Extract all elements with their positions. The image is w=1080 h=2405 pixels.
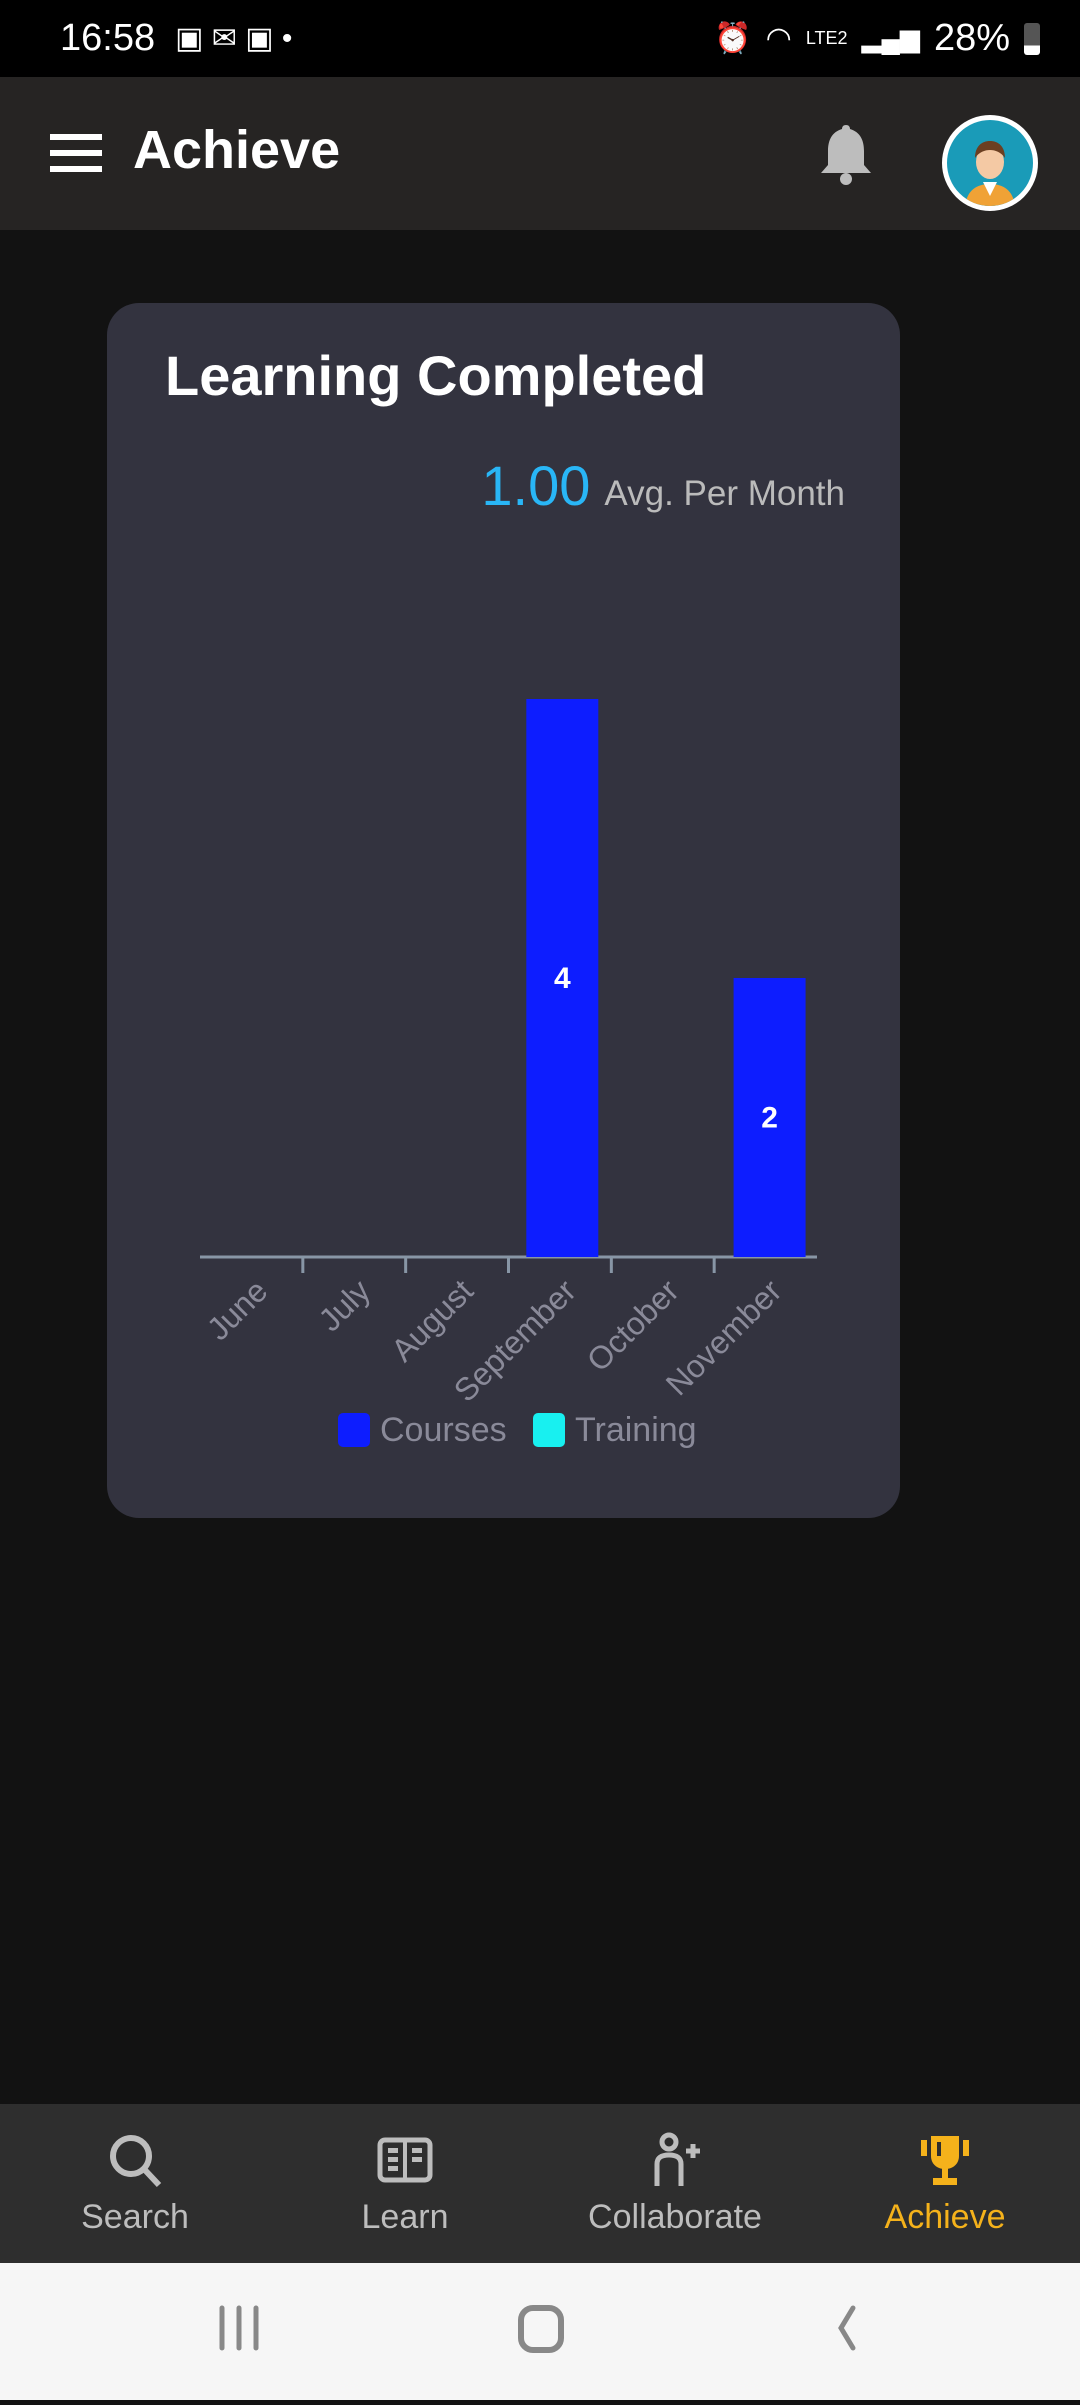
bell-icon[interactable] [815,121,877,187]
signal-icon: ▂▄▆ [861,23,920,53]
home-button[interactable] [518,2305,564,2353]
page-title: Achieve [133,120,341,180]
system-nav-bar [0,2263,1080,2400]
nav-search[interactable]: Search [0,2104,270,2263]
nav-label: Achieve [884,2198,1006,2236]
alarm-icon: ⏰ [714,22,752,55]
battery-percent: 28% [933,17,1010,59]
trophy-icon [921,2136,969,2185]
search-icon [110,2135,162,2188]
battery-icon [1024,22,1040,55]
status-time: 16:58 [60,17,156,59]
data-label: 2 [761,1102,778,1135]
nav-learn[interactable]: Learn [270,2104,540,2263]
legend-label: Training [575,1411,697,1449]
learning-completed-card: Learning Completed 1.00 Avg. Per Month 4… [107,303,900,1518]
legend-swatch [338,1413,370,1447]
system-nav-icons [219,2305,856,2353]
notification-icons: ▣ ✉ ▣ • [175,22,293,55]
data-label: 4 [554,962,571,995]
recent-apps-button[interactable] [219,2305,259,2351]
legend-label: Courses [380,1411,507,1449]
hamburger-icon[interactable] [50,134,102,172]
nav-label: Search [81,2198,189,2236]
x-tick-label: October [580,1272,686,1378]
nav-label: Learn [361,2198,449,2236]
add-person-icon [654,2132,700,2186]
nav-collaborate[interactable]: Collaborate [540,2104,810,2263]
avatar[interactable] [942,115,1038,211]
back-button[interactable] [838,2305,856,2351]
x-tick-label: August [384,1272,480,1368]
x-tick-label: July [312,1272,378,1338]
status-bar: 16:58 ▣ ✉ ▣ • ⏰ ◠ LTE2 ▂▄▆ 28% [0,0,1080,77]
app-header: Achieve [0,77,1080,230]
legend-swatch [533,1413,565,1447]
bar-chart: 42June July AugustSeptemberOctoberNovember… [200,699,817,1449]
x-tick-label: June [200,1272,275,1347]
wifi-icon: ◠ [765,22,792,55]
nav-achieve[interactable]: Achieve [810,2104,1080,2263]
book-icon [377,2137,433,2183]
nav-label: Collaborate [588,2198,762,2236]
bottom-nav: Search Learn Collaborate Achieve [0,2104,1080,2263]
network-label: LTE2 [805,28,848,48]
